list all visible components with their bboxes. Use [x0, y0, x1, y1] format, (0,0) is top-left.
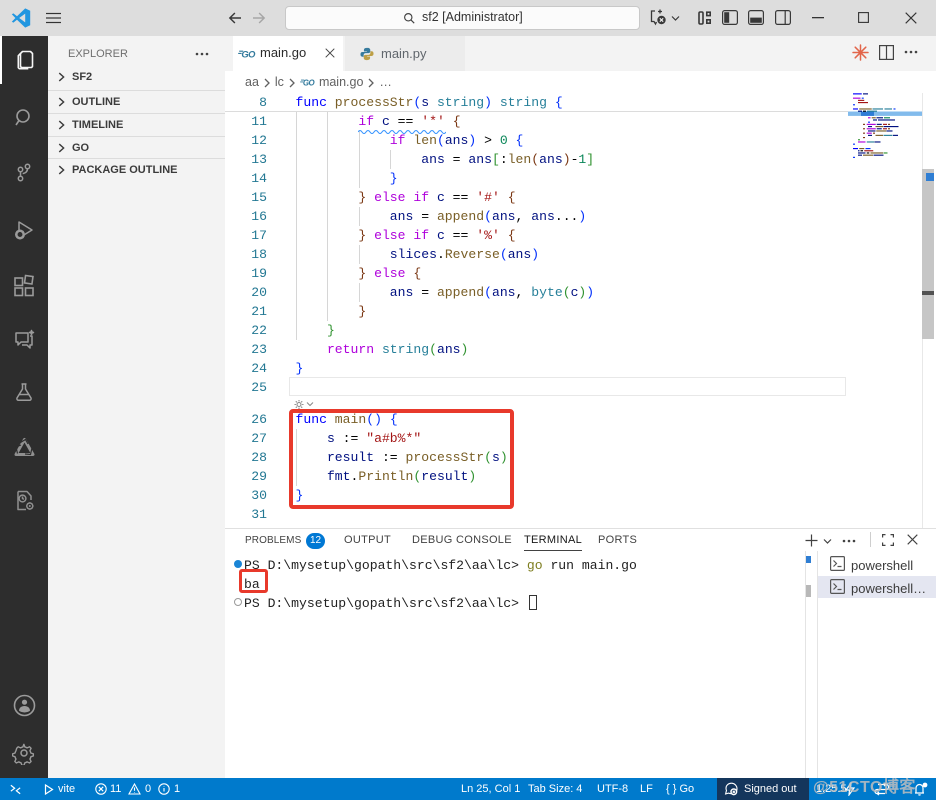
svg-text:GO: GO — [241, 49, 256, 60]
svg-text:GO: GO — [303, 78, 316, 87]
